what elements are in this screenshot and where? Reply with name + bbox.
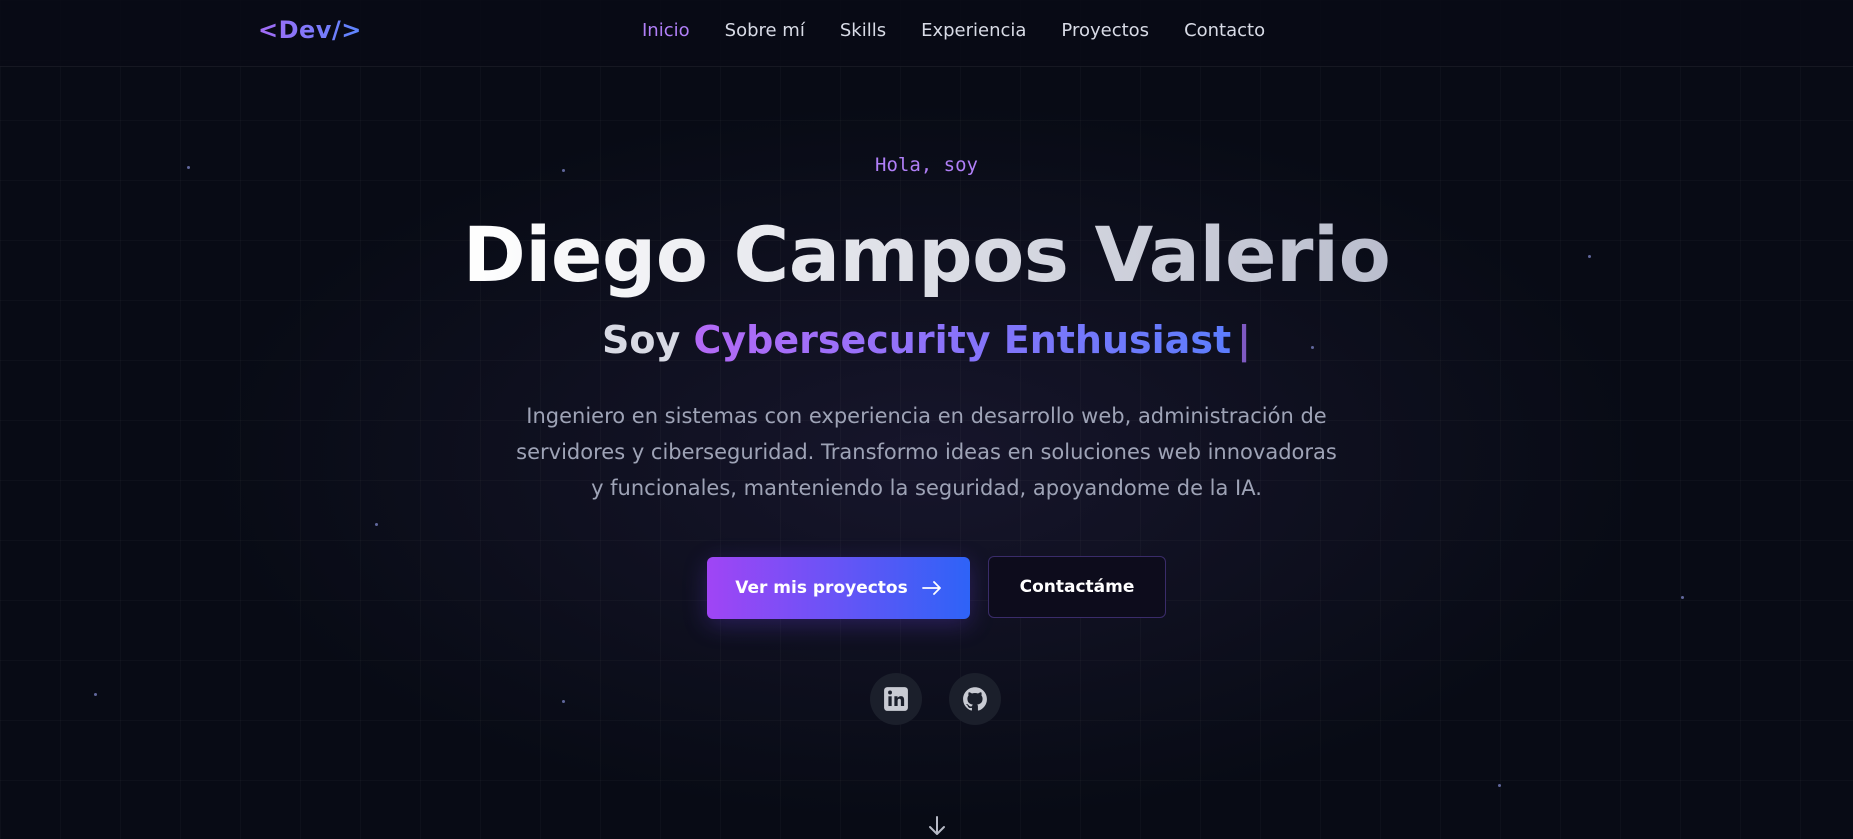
nav-link-contacto[interactable]: Contacto bbox=[1184, 20, 1265, 41]
star-dot bbox=[1498, 784, 1501, 787]
site-logo[interactable]: <Dev/> bbox=[258, 16, 362, 44]
view-projects-label: Ver mis proyectos bbox=[735, 578, 908, 598]
role-text: Cybersecurity Enthusiast bbox=[693, 318, 1232, 362]
github-icon bbox=[963, 687, 987, 711]
star-dot bbox=[562, 700, 565, 703]
nav-link-skills[interactable]: Skills bbox=[840, 20, 886, 41]
arrow-right-icon bbox=[921, 581, 941, 595]
hero-role-line: Soy Cybersecurity Enthusiast | bbox=[0, 318, 1853, 362]
github-link[interactable] bbox=[949, 673, 1001, 725]
role-prefix: Soy bbox=[602, 318, 681, 362]
linkedin-link[interactable] bbox=[870, 673, 922, 725]
star-dot bbox=[1681, 596, 1684, 599]
nav-links: Inicio Sobre mí Skills Experiencia Proye… bbox=[642, 20, 1265, 41]
star-dot bbox=[94, 693, 97, 696]
linkedin-icon bbox=[884, 687, 908, 711]
typing-cursor: | bbox=[1237, 318, 1251, 362]
nav-link-experiencia[interactable]: Experiencia bbox=[921, 20, 1026, 41]
star-dot bbox=[375, 523, 378, 526]
hero-description: Ingeniero en sistemas con experiencia en… bbox=[516, 404, 1337, 500]
top-navbar: <Dev/> Inicio Sobre mí Skills Experienci… bbox=[0, 0, 1853, 67]
hero-greeting: Hola, soy bbox=[875, 154, 978, 176]
hero-name: Diego Campos Valerio bbox=[0, 210, 1853, 299]
arrow-down-icon[interactable] bbox=[925, 814, 949, 838]
nav-link-sobre-mi[interactable]: Sobre mí bbox=[725, 20, 805, 41]
page: <Dev/> Inicio Sobre mí Skills Experienci… bbox=[0, 0, 1853, 839]
contact-button[interactable]: Contactáme bbox=[988, 556, 1166, 618]
nav-link-proyectos[interactable]: Proyectos bbox=[1061, 20, 1149, 41]
contact-button-label: Contactáme bbox=[1019, 577, 1135, 597]
nav-link-inicio[interactable]: Inicio bbox=[642, 20, 690, 41]
view-projects-button[interactable]: Ver mis proyectos bbox=[707, 557, 970, 619]
